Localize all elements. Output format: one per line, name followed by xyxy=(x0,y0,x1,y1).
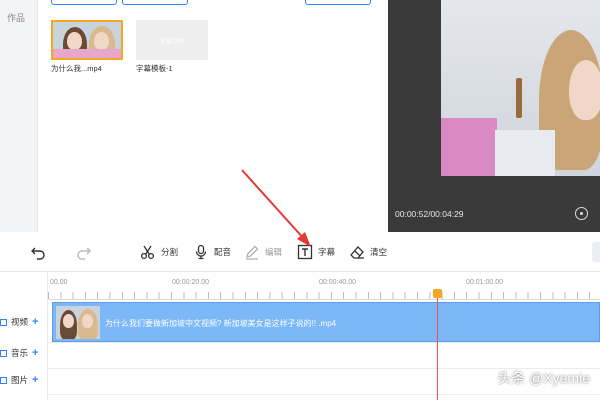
subtitle-thumb-text: 字幕示例 xyxy=(159,38,184,45)
track-music-icon xyxy=(0,349,7,357)
preview-video xyxy=(441,0,600,176)
redo-icon xyxy=(76,244,92,260)
edit-button[interactable]: 编辑 xyxy=(244,243,282,261)
ruler-label: 00:00:40.00 xyxy=(319,279,356,286)
media-library: 为什么我...mp4 字幕示例 字幕模板-1 xyxy=(38,0,388,232)
media-card-subtitle-template[interactable]: 字幕示例 字幕模板-1 xyxy=(136,20,208,74)
add-image-icon[interactable]: + xyxy=(32,374,38,386)
ruler-label: 00:00:20.00 xyxy=(172,279,209,286)
video-clip[interactable]: 为什么我们要做新加坡中文视频? 新加坡美女是这样子说的!! .mp4 xyxy=(52,302,600,342)
split-button[interactable]: 分割 xyxy=(140,243,178,261)
undo-button[interactable] xyxy=(30,243,46,261)
undo-icon xyxy=(30,244,46,260)
media-card-label: 字幕模板-1 xyxy=(136,64,173,73)
microphone-icon xyxy=(193,244,209,260)
lane-divider xyxy=(48,394,600,395)
watermark: 头条 @Xyemie xyxy=(497,370,590,386)
scissors-icon xyxy=(140,244,156,260)
edit-label: 编辑 xyxy=(265,247,283,257)
track-image-icon xyxy=(0,376,7,384)
add-video-icon[interactable]: + xyxy=(32,316,38,328)
side-nav: 作品 xyxy=(0,0,38,232)
track-name: 图片 xyxy=(11,375,29,385)
eraser-icon xyxy=(349,244,365,260)
toolbar-right-button[interactable] xyxy=(592,242,600,262)
ruler-label: 00:01:00.00 xyxy=(466,279,503,286)
nav-label-works[interactable]: 作品 xyxy=(7,11,25,24)
track-name: 音乐 xyxy=(11,348,29,358)
subtitle-label: 字幕 xyxy=(318,247,336,257)
playback-toggle-icon[interactable] xyxy=(575,207,588,220)
video-thumbnail xyxy=(51,20,123,60)
preview-player: 00:00:52/00:04:29 xyxy=(388,0,600,232)
lane-divider xyxy=(48,342,600,343)
text-box-icon xyxy=(297,244,313,260)
clip-thumbnail xyxy=(56,306,100,339)
library-button-2[interactable] xyxy=(122,0,188,5)
track-label-image[interactable]: 图片 + xyxy=(0,372,48,388)
split-label: 分割 xyxy=(161,247,179,257)
track-labels: 视频 + 音乐 + 图片 + xyxy=(0,272,48,400)
timeline-ruler[interactable]: 00.00 00:00:20.00 00:00:40.00 00:01:00.0… xyxy=(48,272,600,302)
pencil-icon xyxy=(244,244,260,260)
track-label-video[interactable]: 视频 + xyxy=(0,314,48,330)
dub-label: 配音 xyxy=(214,247,232,257)
dub-button[interactable]: 配音 xyxy=(193,243,231,261)
clear-button[interactable]: 清空 xyxy=(349,243,387,261)
add-music-icon[interactable]: + xyxy=(32,347,38,359)
playhead-handle[interactable] xyxy=(433,289,442,298)
edit-toolbar: 分割 配音 编辑 字幕 清空 xyxy=(0,232,600,272)
track-video-icon xyxy=(0,318,7,326)
ruler-ticks xyxy=(48,292,600,300)
clear-label: 清空 xyxy=(370,247,388,257)
playhead-line[interactable] xyxy=(437,298,438,400)
subtitle-button[interactable]: 字幕 xyxy=(297,243,335,261)
ruler-label: 00.00 xyxy=(50,279,68,286)
library-button-3[interactable] xyxy=(305,0,371,5)
playback-time: 00:00:52/00:04:29 xyxy=(395,209,464,219)
track-label-music[interactable]: 音乐 + xyxy=(0,345,48,361)
media-card-video[interactable]: 为什么我...mp4 xyxy=(51,20,123,74)
library-button-1[interactable] xyxy=(51,0,117,5)
track-name: 视频 xyxy=(11,317,29,327)
clip-title: 为什么我们要做新加坡中文视频? 新加坡美女是这样子说的!! .mp4 xyxy=(105,319,337,328)
subtitle-thumbnail: 字幕示例 xyxy=(136,20,208,60)
redo-button[interactable] xyxy=(76,243,92,261)
media-card-label: 为什么我...mp4 xyxy=(51,64,102,73)
